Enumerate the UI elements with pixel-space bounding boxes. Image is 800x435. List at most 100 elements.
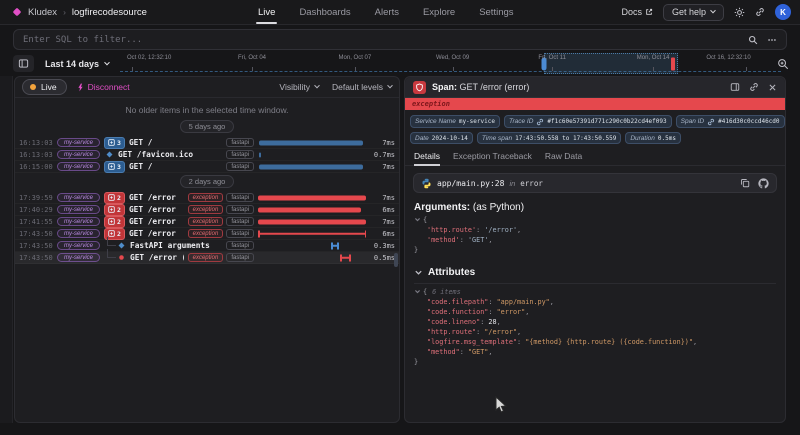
service-badge: my-service [57, 162, 100, 171]
tab-alerts[interactable]: Alerts [373, 0, 401, 24]
empty-window-message: No older items in the selected time wind… [15, 105, 399, 115]
row-duration: 7ms [370, 218, 395, 226]
row-tags: fastapi [226, 162, 254, 171]
external-link-icon [645, 8, 653, 16]
trace-row[interactable]: 17:43:50my-serviceGET /error (error)exce… [15, 252, 399, 264]
collapsed-side-rail[interactable] [0, 76, 13, 423]
collapse-chevron-icon[interactable] [414, 216, 421, 223]
code-line: "http.route": "/error", [414, 327, 776, 337]
disconnect-button[interactable]: Disconnect [77, 82, 130, 92]
time-range-bar: Last 14 days Oct 02, 12:32:10Fri, Oct 04… [13, 53, 787, 74]
row-tags: exceptionfastapi [188, 253, 254, 262]
meta-label: Trace ID [509, 118, 533, 125]
detail-tab-details[interactable]: Details [414, 147, 440, 165]
avatar[interactable]: K [775, 4, 791, 20]
code-line: {6 items [414, 287, 776, 297]
copy-link-icon[interactable] [749, 82, 759, 92]
span-count-badge[interactable]: 3 [104, 161, 125, 173]
tag-fastapi: fastapi [226, 229, 254, 238]
attributes-code: {6 items"code.filepath": "app/main.py","… [414, 287, 776, 367]
zoom-in-icon[interactable] [777, 58, 789, 70]
tab-live[interactable]: Live [256, 0, 277, 24]
meta-value: 0.5ms [658, 135, 676, 142]
breadcrumb-org[interactable]: Kludex [28, 7, 57, 18]
default-levels-label: Default levels [332, 82, 383, 92]
meta-value: #416d30c0ccd46cd0 [718, 118, 779, 125]
meta-span-id[interactable]: Span ID#416d30c0ccd46cd0 [676, 115, 785, 128]
tag-exception: exception [188, 193, 224, 202]
default-levels-dropdown[interactable]: Default levels [332, 82, 392, 92]
service-badge: my-service [57, 241, 100, 250]
link-icon [536, 118, 544, 126]
duration-bar [258, 230, 366, 237]
meta-trace-id[interactable]: Trace ID#f1c60e57391d771c290c0b22cd4ef09… [504, 115, 672, 128]
duration-track [258, 228, 366, 239]
service-badge: my-service [57, 193, 100, 202]
exception-banner: exception [405, 98, 785, 110]
code-location-file: app/main.py:28 [437, 179, 504, 188]
trace-row[interactable]: 17:39:59my-service2GET /errorexceptionfa… [15, 192, 399, 204]
trace-row[interactable]: 17:40:29my-service2GET /errorexceptionfa… [15, 204, 399, 216]
github-icon[interactable] [758, 178, 769, 189]
attributes-heading-label: Attributes [428, 267, 475, 278]
trace-row[interactable]: 17:43:50my-service2GET /errorexceptionfa… [15, 228, 399, 240]
detail-tab-exception-traceback[interactable]: Exception Traceback [453, 147, 532, 165]
theme-toggle-icon[interactable] [734, 7, 745, 18]
more-options-icon[interactable] [767, 35, 777, 45]
meta-time-span: Time span17:43:50.558 to 17:43:50.559 [477, 132, 621, 144]
breadcrumb-project[interactable]: logfirecodesource [72, 7, 147, 18]
meta-row: Service Namemy-serviceTrace ID#f1c60e573… [410, 115, 780, 128]
expand-icon [108, 206, 115, 213]
tab-dashboards[interactable]: Dashboards [297, 0, 352, 24]
timeline[interactable]: Oct 02, 12:32:10Fri, Oct 04Mon, Oct 07We… [120, 53, 767, 74]
span-diamond-icon [116, 242, 126, 249]
chevron-down-icon [387, 83, 393, 89]
row-tags: exceptionfastapi [188, 193, 254, 202]
code-line: } [414, 357, 776, 367]
span-title: Span: GET /error (error) [432, 82, 529, 92]
copy-icon[interactable] [740, 178, 750, 189]
docs-link[interactable]: Docs [621, 7, 653, 17]
code-line: "code.function": "error", [414, 307, 776, 317]
duration-bar [331, 242, 339, 249]
detail-tab-raw-data[interactable]: Raw Data [545, 147, 582, 165]
span-count-badge[interactable]: 3 [104, 137, 125, 149]
time-divider: 5 days ago [15, 118, 399, 137]
tab-settings[interactable]: Settings [477, 0, 515, 24]
tag-fastapi: fastapi [226, 193, 254, 202]
meta-value: 17:43:50.558 to 17:43:50.559 [515, 135, 616, 142]
sidebar-toggle-button[interactable] [13, 55, 34, 72]
visibility-dropdown[interactable]: Visibility [279, 82, 319, 92]
sql-filter-input[interactable] [23, 35, 739, 45]
duration-bar [259, 140, 363, 145]
open-in-panel-icon[interactable] [730, 82, 740, 92]
error-dot-icon [116, 254, 126, 261]
trace-row[interactable]: 16:13:03my-serviceGET /favicon.icofastap… [15, 149, 399, 161]
span-count-badge[interactable]: 2 [104, 204, 125, 216]
search-icon[interactable] [748, 35, 758, 45]
expand-icon [108, 139, 115, 146]
tab-explore[interactable]: Explore [421, 0, 457, 24]
link-icon [707, 118, 715, 126]
span-count-badge[interactable]: 2 [104, 216, 125, 228]
code-line: "logfire.msg_template": "{method} {http.… [414, 337, 776, 347]
get-help-button[interactable]: Get help [663, 4, 724, 21]
close-icon[interactable] [768, 83, 777, 92]
share-link-icon[interactable] [755, 7, 765, 17]
trace-list-scrollbar[interactable] [394, 253, 398, 267]
attributes-heading[interactable]: Attributes [414, 267, 776, 284]
row-duration: 6ms [370, 230, 395, 238]
trace-row[interactable]: 16:13:03my-service3GET /fastapi7ms [15, 137, 399, 149]
trace-row[interactable]: 17:41:55my-service2GET /errorexceptionfa… [15, 216, 399, 228]
tag-fastapi: fastapi [226, 241, 254, 250]
collapse-chevron-icon[interactable] [414, 288, 421, 295]
trace-row[interactable]: 16:15:00my-service3GET /fastapi7ms [15, 161, 399, 173]
trace-row[interactable]: 17:43:50my-serviceFastAPI argumentsfasta… [15, 240, 399, 252]
live-button[interactable]: Live [22, 79, 67, 95]
row-tags: exceptionfastapi [188, 229, 254, 238]
span-count-badge[interactable]: 2 [104, 192, 125, 204]
meta-label: Date [415, 135, 429, 142]
time-range-dropdown[interactable]: Last 14 days [42, 59, 112, 69]
detail-tabs: Details Exception Traceback Raw Data [405, 147, 785, 166]
expand-icon [108, 194, 115, 201]
